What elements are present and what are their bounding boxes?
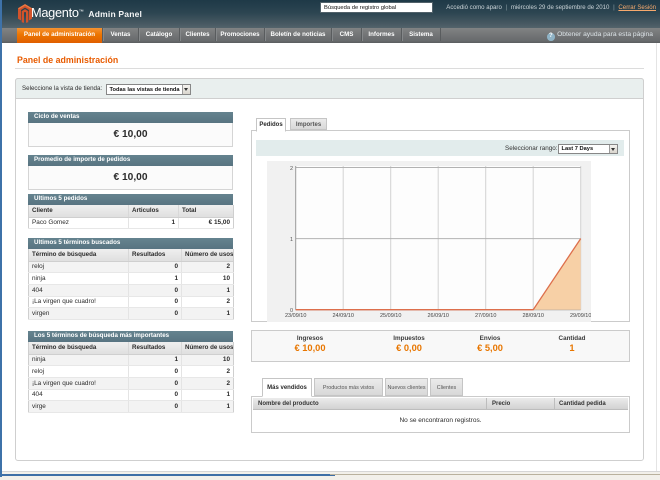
- svg-text:25/09/10: 25/09/10: [380, 313, 401, 319]
- svg-text:1: 1: [290, 237, 293, 243]
- svg-text:24/09/10: 24/09/10: [332, 313, 353, 319]
- svg-text:29/09/10: 29/09/10: [570, 313, 591, 319]
- svg-text:23/09/10: 23/09/10: [285, 313, 306, 319]
- svg-text:28/09/10: 28/09/10: [522, 313, 543, 319]
- svg-text:26/09/10: 26/09/10: [427, 313, 448, 319]
- svg-text:2: 2: [290, 166, 293, 172]
- svg-text:27/09/10: 27/09/10: [475, 313, 496, 319]
